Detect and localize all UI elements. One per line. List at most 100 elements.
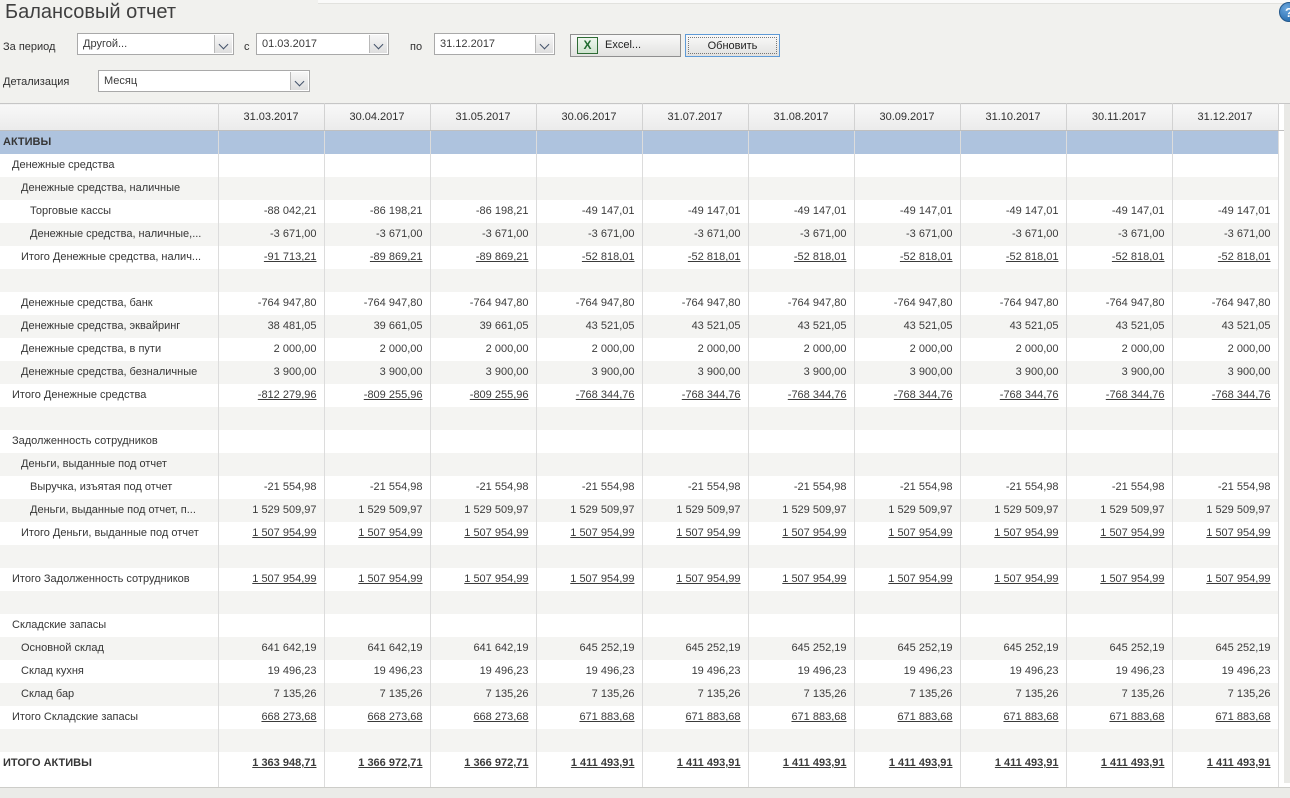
value-cell: 671 883,68	[642, 706, 748, 729]
column-header-date[interactable]: 31.05.2017	[430, 104, 536, 131]
value-cell	[960, 131, 1066, 154]
help-icon[interactable]: ?	[1279, 2, 1290, 22]
row-label[interactable]: Денежные средства, наличные	[0, 177, 218, 200]
value-cell	[748, 729, 854, 752]
row-label[interactable]: Денежные средства, эквайринг	[0, 315, 218, 338]
row-label[interactable]: Выручка, изъятая под отчет	[0, 476, 218, 499]
chevron-down-icon[interactable]	[535, 35, 553, 53]
value-cell: 3 900,00	[1172, 361, 1278, 384]
value-cell	[1066, 591, 1172, 614]
value-cell: 1 411 493,91	[854, 752, 960, 775]
value-cell: -764 947,80	[854, 292, 960, 315]
row-label[interactable]: Деньги, выданные под отчет, п...	[0, 499, 218, 522]
table-row: Итого Денежные средства-812 279,96-809 2…	[0, 384, 1290, 407]
table-row	[0, 269, 1290, 292]
refresh-button[interactable]: Обновить	[685, 34, 780, 57]
value-cell: 19 496,23	[324, 660, 430, 683]
value-cell: 19 496,23	[1066, 660, 1172, 683]
value-cell: -3 671,00	[1172, 223, 1278, 246]
value-cell: 1 529 509,97	[960, 499, 1066, 522]
row-label[interactable]: Деньги, выданные под отчет	[0, 453, 218, 476]
row-label[interactable]: Итого Денежные средства, налич...	[0, 246, 218, 269]
column-header-date[interactable]: 31.10.2017	[960, 104, 1066, 131]
row-label[interactable]: Денежные средства, наличные,...	[0, 223, 218, 246]
row-label[interactable]: Складские запасы	[0, 614, 218, 637]
value-cell	[1172, 545, 1278, 568]
row-label[interactable]: Денежные средства, безналичные	[0, 361, 218, 384]
value-cell	[218, 545, 324, 568]
row-label[interactable]: Итого Денежные средства	[0, 384, 218, 407]
period-combobox[interactable]: Другой...	[77, 33, 234, 55]
value-cell: 43 521,05	[536, 315, 642, 338]
chevron-down-icon[interactable]	[290, 72, 308, 90]
table-row: Денежные средства, в пути 2 000,00 2 000,0…	[0, 338, 1290, 361]
value-cell: 1 507 954,99	[430, 568, 536, 591]
value-cell: 3 900,00	[218, 361, 324, 384]
value-cell: 1 507 954,99	[642, 568, 748, 591]
value-cell: 1 529 509,97	[642, 499, 748, 522]
value-cell	[536, 177, 642, 200]
value-cell	[218, 131, 324, 154]
row-label[interactable]: Денежные средства, в пути	[0, 338, 218, 361]
date-from-combobox[interactable]: 01.03.2017	[256, 33, 389, 55]
value-cell	[748, 453, 854, 476]
column-header-date[interactable]: 31.08.2017	[748, 104, 854, 131]
value-cell: -764 947,80	[218, 292, 324, 315]
row-label[interactable]: Итого Задолженность сотрудников	[0, 568, 218, 591]
table-row: Денежные средства, эквайринг38 481,0539 …	[0, 315, 1290, 338]
value-cell	[324, 407, 430, 430]
column-header-date[interactable]: 31.07.2017	[642, 104, 748, 131]
value-cell	[854, 614, 960, 637]
row-label[interactable]: Денежные средства	[0, 154, 218, 177]
value-cell	[1172, 430, 1278, 453]
column-header-date[interactable]: 31.12.2017	[1172, 104, 1278, 131]
value-cell: 43 521,05	[1066, 315, 1172, 338]
value-cell: 2 000,00	[430, 338, 536, 361]
row-label[interactable]: ИТОГО АКТИВЫ	[0, 752, 218, 775]
value-cell	[854, 545, 960, 568]
column-header-date[interactable]: 31.03.2017	[218, 104, 324, 131]
value-cell: -764 947,80	[1066, 292, 1172, 315]
row-label[interactable]: Основной склад	[0, 637, 218, 660]
value-cell: 1 507 954,99	[854, 568, 960, 591]
column-header-date[interactable]: 30.04.2017	[324, 104, 430, 131]
vertical-scrollbar[interactable]	[1284, 104, 1290, 783]
row-label[interactable]: АКТИВЫ	[0, 131, 218, 154]
row-label[interactable]: Итого Деньги, выданные под отчет	[0, 522, 218, 545]
row-label[interactable]: Итого Складские запасы	[0, 706, 218, 729]
value-cell: 19 496,23	[218, 660, 324, 683]
value-cell: -3 671,00	[854, 223, 960, 246]
row-label[interactable]: Склад бар	[0, 683, 218, 706]
horizontal-scrollbar[interactable]	[0, 787, 1290, 798]
value-cell: 1 507 954,99	[748, 568, 854, 591]
column-header-date[interactable]: 30.09.2017	[854, 104, 960, 131]
value-cell: 2 000,00	[748, 338, 854, 361]
table-row	[0, 407, 1290, 430]
period-value: Другой...	[83, 38, 211, 50]
chevron-down-icon[interactable]	[214, 35, 232, 53]
row-label[interactable]: Денежные средства, банк	[0, 292, 218, 315]
row-label[interactable]: Склад кухня	[0, 660, 218, 683]
excel-export-button[interactable]: X Excel...	[570, 34, 681, 57]
row-label[interactable]: Торговые кассы	[0, 200, 218, 223]
value-cell	[430, 177, 536, 200]
chevron-down-icon[interactable]	[369, 35, 387, 53]
date-to-combobox[interactable]: 31.12.2017	[434, 33, 555, 55]
value-cell: -764 947,80	[324, 292, 430, 315]
value-cell: -89 869,21	[324, 246, 430, 269]
value-cell: 1 411 493,91	[960, 752, 1066, 775]
value-cell: 671 883,68	[536, 706, 642, 729]
excel-icon: X	[577, 37, 598, 54]
column-header-date[interactable]: 30.06.2017	[536, 104, 642, 131]
value-cell	[324, 453, 430, 476]
value-cell	[1066, 131, 1172, 154]
detail-combobox[interactable]: Месяц	[98, 70, 310, 92]
value-cell	[960, 269, 1066, 292]
value-cell	[854, 177, 960, 200]
value-cell	[430, 269, 536, 292]
value-cell: 1 507 954,99	[1066, 568, 1172, 591]
to-label: по	[410, 41, 422, 53]
value-cell: -21 554,98	[218, 476, 324, 499]
row-label[interactable]: Задолженность сотрудников	[0, 430, 218, 453]
column-header-date[interactable]: 30.11.2017	[1066, 104, 1172, 131]
